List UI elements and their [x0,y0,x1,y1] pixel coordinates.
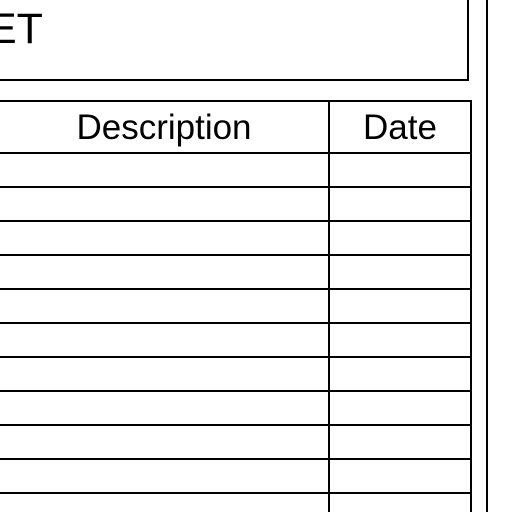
form-page: ET Description Date [0,0,512,512]
table-row [0,322,472,358]
description-cell[interactable] [0,152,330,188]
date-cell[interactable] [328,356,472,392]
date-cell[interactable] [328,390,472,426]
log-table: Description Date [0,100,472,512]
date-cell[interactable] [328,220,472,256]
description-cell[interactable] [0,492,330,512]
date-cell[interactable] [328,186,472,222]
date-cell[interactable] [328,322,472,358]
date-cell[interactable] [328,492,472,512]
table-row [0,492,472,512]
description-cell[interactable] [0,186,330,222]
title-box: ET [0,0,469,81]
description-cell[interactable] [0,288,330,324]
table-row [0,220,472,256]
table-row [0,186,472,222]
table-row [0,356,472,392]
log-table-container: Description Date [0,100,472,512]
column-header-description: Description [0,100,330,154]
description-cell[interactable] [0,322,330,358]
column-header-date: Date [328,100,472,154]
date-cell[interactable] [328,254,472,290]
description-cell[interactable] [0,390,330,426]
description-cell[interactable] [0,220,330,256]
description-cell[interactable] [0,254,330,290]
date-cell[interactable] [328,152,472,188]
sheet-title: ET [0,5,43,53]
page-border-line [486,0,488,512]
date-cell[interactable] [328,424,472,460]
date-cell[interactable] [328,288,472,324]
table-row [0,390,472,426]
table-row [0,254,472,290]
date-cell[interactable] [328,458,472,494]
table-row [0,288,472,324]
description-cell[interactable] [0,458,330,494]
table-row [0,458,472,494]
description-cell[interactable] [0,424,330,460]
header-row: Description Date [0,100,472,154]
table-row [0,424,472,460]
table-row [0,152,472,188]
description-cell[interactable] [0,356,330,392]
